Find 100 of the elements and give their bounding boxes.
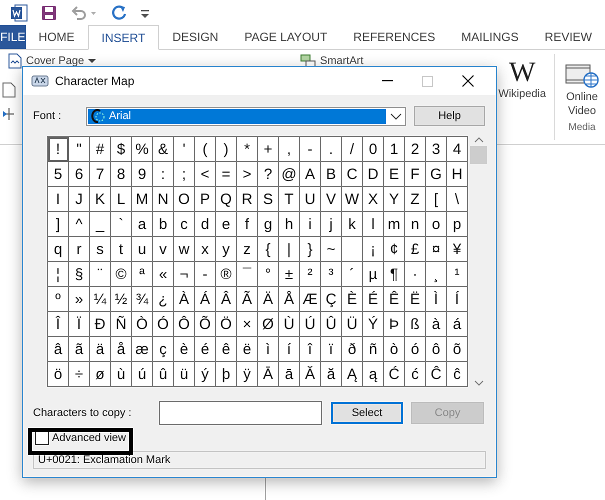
character-cell[interactable]: ÷ — [69, 362, 90, 387]
character-cell[interactable]: ă — [321, 362, 342, 387]
character-cell[interactable]: q — [48, 237, 69, 262]
character-cell[interactable]: ª — [132, 262, 153, 287]
ribbon-tab[interactable]: REFERENCES — [340, 25, 448, 49]
advanced-view-label[interactable]: Advanced view — [52, 432, 126, 444]
character-cell[interactable]: Ð — [90, 312, 111, 337]
ribbon-tab[interactable]: DESIGN — [159, 25, 232, 49]
character-cell[interactable]: ø — [90, 362, 111, 387]
character-cell[interactable]: M — [132, 187, 153, 212]
character-cell[interactable]: f — [237, 212, 258, 237]
character-cell[interactable]: ; — [174, 162, 195, 187]
character-cell[interactable]: ÿ — [237, 362, 258, 387]
character-cell[interactable]: X — [363, 187, 384, 212]
character-cell[interactable]: Ó — [153, 312, 174, 337]
ribbon-tab[interactable]: MAILINGS — [448, 25, 532, 49]
character-cell[interactable]: © — [111, 262, 132, 287]
character-cell[interactable]: ¥ — [447, 237, 468, 262]
w-logo[interactable]: W — [508, 58, 536, 88]
character-cell[interactable]: R — [237, 187, 258, 212]
character-cell[interactable]: ¹ — [447, 262, 468, 287]
redo-icon[interactable] — [110, 4, 128, 22]
character-cell[interactable]: H — [447, 162, 468, 187]
character-cell[interactable]: l — [363, 212, 384, 237]
character-cell[interactable]: ¼ — [90, 287, 111, 312]
character-cell[interactable]: µ — [363, 262, 384, 287]
character-cell[interactable]: þ — [216, 362, 237, 387]
character-cell[interactable]: 2 — [405, 137, 426, 162]
character-cell[interactable]: é — [195, 337, 216, 362]
character-cell[interactable]: ~ — [321, 237, 342, 262]
character-cell[interactable]: ö — [48, 362, 69, 387]
close-icon[interactable] — [462, 75, 474, 87]
minimize-icon[interactable] — [382, 80, 393, 82]
character-cell[interactable]: Á — [195, 287, 216, 312]
character-cell[interactable]: ¢ — [384, 237, 405, 262]
character-cell[interactable]: h — [279, 212, 300, 237]
character-cell[interactable]: z — [237, 237, 258, 262]
character-cell[interactable]: ' — [174, 137, 195, 162]
character-cell[interactable]: » — [69, 287, 90, 312]
character-cell[interactable]: Ï — [69, 312, 90, 337]
character-cell[interactable]: ó — [405, 337, 426, 362]
character-cell[interactable]: Â — [216, 287, 237, 312]
character-cell[interactable]: P — [195, 187, 216, 212]
character-cell[interactable]: $ — [111, 137, 132, 162]
character-cell[interactable]: Î — [48, 312, 69, 337]
character-cell[interactable]: 0 — [363, 137, 384, 162]
character-cell[interactable]: ! — [48, 137, 69, 162]
character-cell[interactable]: ê — [216, 337, 237, 362]
character-cell[interactable]: ù — [111, 362, 132, 387]
character-cell[interactable]: í — [279, 337, 300, 362]
character-cell[interactable]: È — [342, 287, 363, 312]
character-cell[interactable]: Ã — [237, 287, 258, 312]
character-cell[interactable]: ą — [363, 362, 384, 387]
character-cell[interactable]: ° — [258, 262, 279, 287]
character-cell[interactable]: ï — [321, 337, 342, 362]
character-cell[interactable]: É — [363, 287, 384, 312]
undo-icon[interactable] — [70, 4, 98, 22]
character-cell[interactable]: < — [195, 162, 216, 187]
character-cell[interactable]: Õ — [195, 312, 216, 337]
character-cell[interactable]: } — [300, 237, 321, 262]
character-cell[interactable]: Ö — [216, 312, 237, 337]
character-cell[interactable]: ` — [111, 212, 132, 237]
character-cell[interactable]: : — [153, 162, 174, 187]
character-cell[interactable]: ā — [279, 362, 300, 387]
character-cell[interactable]: à — [426, 312, 447, 337]
character-cell[interactable]: b — [153, 212, 174, 237]
character-cell[interactable]: û — [153, 362, 174, 387]
character-cell[interactable]: - — [300, 137, 321, 162]
character-cell[interactable]: å — [111, 337, 132, 362]
character-cell[interactable]: @ — [279, 162, 300, 187]
character-cell[interactable]: ² — [300, 262, 321, 287]
character-cell[interactable]: ß — [405, 312, 426, 337]
ribbon-tab[interactable]: HOME — [26, 25, 88, 49]
character-cell[interactable]: n — [405, 212, 426, 237]
character-cell[interactable]: â — [48, 337, 69, 362]
character-cell[interactable]: á — [447, 312, 468, 337]
character-cell[interactable]: \ — [447, 187, 468, 212]
character-cell[interactable]: ô — [426, 337, 447, 362]
character-cell[interactable]: ) — [216, 137, 237, 162]
character-cell[interactable]: Å — [279, 287, 300, 312]
checkbox[interactable] — [35, 431, 49, 445]
characters-field[interactable] — [159, 401, 322, 425]
character-cell[interactable]: ì — [258, 337, 279, 362]
character-cell[interactable]: / — [342, 137, 363, 162]
character-cell[interactable]: 5 — [48, 162, 69, 187]
video-globe-icon[interactable] — [565, 62, 599, 88]
character-cell[interactable]: _ — [90, 212, 111, 237]
character-cell[interactable]: { — [258, 237, 279, 262]
character-cell[interactable]: ð — [342, 337, 363, 362]
character-cell[interactable]: ® — [216, 262, 237, 287]
character-cell[interactable]: î — [300, 337, 321, 362]
character-cell[interactable]: × — [237, 312, 258, 337]
character-cell[interactable]: O — [174, 187, 195, 212]
character-cell[interactable]: ò — [384, 337, 405, 362]
character-cell[interactable]: ´ — [342, 262, 363, 287]
character-cell[interactable]: ¾ — [132, 287, 153, 312]
character-cell[interactable]: Z — [405, 187, 426, 212]
character-cell[interactable]: æ — [132, 337, 153, 362]
character-cell[interactable]: W — [342, 187, 363, 212]
word-icon[interactable] — [10, 4, 28, 22]
